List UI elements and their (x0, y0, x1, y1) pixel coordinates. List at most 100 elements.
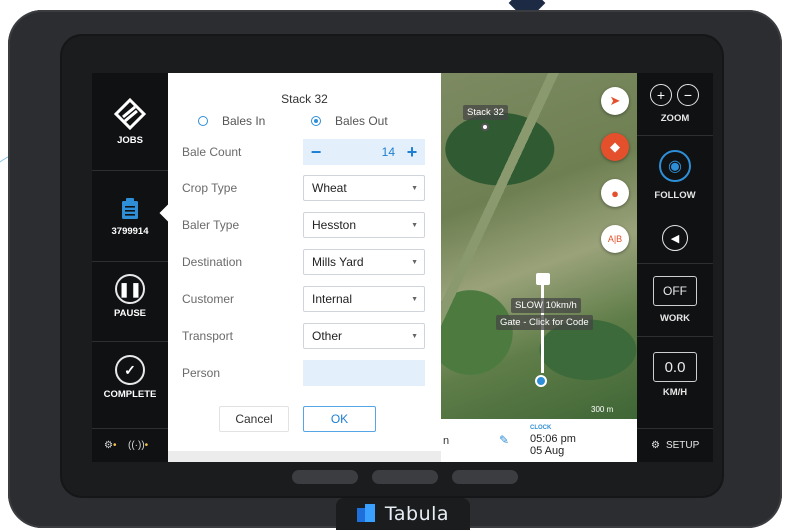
drop-pin-button[interactable]: ● (601, 179, 629, 207)
info-fragment: n (443, 435, 450, 447)
crop-type-value: Wheat (312, 181, 347, 195)
cancel-button[interactable]: Cancel (219, 406, 289, 432)
caret-down-icon: ▼ (411, 332, 418, 340)
current-position-icon (535, 375, 547, 387)
hardware-button[interactable] (452, 470, 518, 484)
setup-button[interactable]: ⚙ SETUP (651, 440, 699, 451)
jobs-logo-icon (113, 97, 147, 131)
satellite-map[interactable]: Stack 32 ➤ ◆ ● A|B SLOW 10km/h Gate - Cl… (441, 73, 637, 419)
layers-icon: ◆ (610, 139, 620, 154)
horn-icon: ◀ (670, 232, 680, 245)
transport-row: Transport Other ▼ (182, 323, 427, 349)
brand-name: Tabula (384, 503, 450, 525)
signal-status-icon: ((·))• (128, 440, 149, 451)
pencil-icon[interactable]: ✎ (499, 433, 509, 447)
destination-value: Mills Yard (312, 255, 364, 269)
bale-count-label: Bale Count (182, 145, 242, 159)
follow-label: FOLLOW (654, 190, 696, 201)
info-strip: n ✎ CLOCK 05:06 pm 05 Aug (441, 419, 637, 462)
minus-icon: − (683, 87, 693, 103)
divider (92, 341, 168, 342)
ab-line-button[interactable]: A|B (601, 225, 629, 253)
radio-unselected-icon (198, 116, 208, 126)
zoom-out-button[interactable]: − (677, 84, 699, 106)
person-label: Person (182, 366, 221, 380)
clock-time: 05:06 pm (530, 433, 576, 445)
minus-icon[interactable]: − (309, 142, 323, 163)
speed-zone-label[interactable]: SLOW 10km/h (511, 298, 581, 313)
dialog-footer (168, 451, 441, 462)
dialog-title: Stack 32 (281, 92, 328, 106)
follow-button[interactable]: ◉ (659, 150, 691, 182)
right-sidebar: + − ZOOM ◉ FOLLOW ◀ OFF WORK 0.0 KM/H ⚙ … (637, 73, 713, 462)
ok-button[interactable]: OK (303, 406, 376, 432)
customer-select[interactable]: Internal ▼ (303, 286, 425, 312)
divider (92, 261, 168, 262)
transport-select[interactable]: Other ▼ (303, 323, 425, 349)
transport-value: Other (312, 329, 343, 343)
target-icon: ◉ (668, 158, 682, 175)
speed-unit-label: KM/H (662, 387, 688, 398)
destination-select[interactable]: Mills Yard ▼ (303, 249, 425, 275)
customer-label: Customer (182, 292, 235, 306)
layers-button[interactable]: ◆ (601, 133, 629, 161)
bale-count-value[interactable]: 14 (382, 145, 395, 159)
setup-label: SETUP (665, 440, 700, 451)
caret-down-icon: ▼ (411, 221, 418, 229)
divider (637, 428, 713, 429)
crop-type-label: Crop Type (182, 181, 238, 195)
caret-down-icon: ▼ (411, 295, 418, 303)
map-scale: 300 m (591, 405, 614, 414)
divider (637, 263, 713, 264)
jobs-label: JOBS (117, 135, 143, 146)
plus-icon[interactable]: + (405, 142, 419, 163)
app-screen: JOBS 3799914 ❚❚ PAUSE ✓ COMPLETE ⚙• ((·)… (92, 73, 713, 462)
speed-display: 0.0 (653, 352, 697, 382)
zoom-in-button[interactable]: + (650, 84, 672, 106)
gate-label[interactable]: Gate - Click for Code (496, 315, 593, 330)
radio-bales-out[interactable]: Bales Out (311, 114, 388, 128)
compass-button[interactable]: ➤ (601, 87, 629, 115)
person-input[interactable] (303, 360, 425, 386)
job-id: 3799914 (111, 226, 149, 237)
brand-badge: Tabula (336, 498, 470, 530)
work-label: WORK (659, 313, 691, 324)
radio-bales-in[interactable]: Bales In (198, 114, 265, 128)
baler-type-label: Baler Type (182, 218, 240, 232)
alert-button[interactable]: ◀ (662, 225, 688, 251)
tractor-status-icon: ⚙• (104, 440, 117, 451)
ab-line-icon: A|B (607, 234, 623, 244)
brand-logo-icon (356, 504, 377, 524)
destination-row: Destination Mills Yard ▼ (182, 249, 427, 275)
baler-type-select[interactable]: Hesston ▼ (303, 212, 425, 238)
person-row: Person (182, 360, 427, 386)
job-details-button[interactable]: 3799914 (92, 198, 168, 237)
work-toggle[interactable]: OFF (653, 276, 697, 306)
transport-label: Transport (182, 329, 233, 343)
stack-dialog: Stack 32 Bales In Bales Out Bale Count −… (168, 73, 441, 462)
stack-marker-icon[interactable] (481, 123, 489, 131)
vehicle-icon (536, 273, 550, 285)
jobs-button[interactable]: JOBS (92, 97, 168, 146)
location-pin-icon: ● (611, 185, 619, 201)
compass-icon: ➤ (609, 93, 621, 108)
hardware-button[interactable] (292, 470, 358, 484)
map-stack-label[interactable]: Stack 32 (463, 105, 508, 120)
bale-count-stepper[interactable]: − 14 + (303, 139, 425, 165)
hardware-button[interactable] (372, 470, 438, 484)
radio-bales-in-label: Bales In (222, 114, 266, 128)
divider (92, 428, 168, 429)
crop-type-select[interactable]: Wheat ▼ (303, 175, 425, 201)
clipboard-icon (122, 198, 138, 219)
customer-value: Internal (312, 292, 353, 306)
clock-date: 05 Aug (530, 445, 565, 457)
complete-label: COMPLETE (103, 389, 157, 400)
checkmark-icon: ✓ (115, 355, 145, 385)
radio-bales-out-label: Bales Out (335, 114, 388, 128)
divider (637, 135, 713, 136)
pause-button[interactable]: ❚❚ PAUSE (92, 274, 168, 319)
gear-icon: ⚙ (651, 440, 660, 451)
complete-button[interactable]: ✓ COMPLETE (92, 355, 168, 400)
customer-row: Customer Internal ▼ (182, 286, 427, 312)
hardware-buttons (292, 470, 518, 484)
